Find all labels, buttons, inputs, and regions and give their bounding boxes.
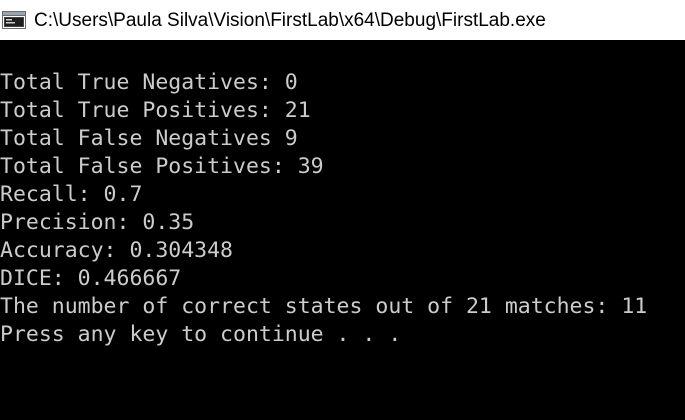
- console-line-true-negatives: Total True Negatives: 0: [0, 70, 298, 95]
- console-line-dice: DICE: 0.466667: [0, 266, 182, 291]
- window-title: C:\Users\Paula Silva\Vision\FirstLab\x64…: [34, 10, 546, 31]
- console-line-accuracy: Accuracy: 0.304348: [0, 238, 233, 263]
- console-output[interactable]: Total True Negatives: 0 Total True Posit…: [0, 69, 685, 420]
- console-line-false-negatives: Total False Negatives 9: [0, 126, 298, 151]
- console-line-false-positives: Total False Positives: 39: [0, 154, 324, 179]
- console-line-correct-states: The number of correct states out of 21 m…: [0, 294, 648, 319]
- console-line-press-any-key: Press any key to continue . . .: [0, 322, 402, 347]
- title-bar[interactable]: C:\Users\Paula Silva\Vision\FirstLab\x64…: [0, 0, 685, 40]
- console-line-recall: Recall: 0.7: [0, 182, 143, 207]
- console-window: C:\Users\Paula Silva\Vision\FirstLab\x64…: [0, 0, 685, 420]
- console-line-precision: Precision: 0.35: [0, 210, 195, 235]
- console-app-icon: [2, 11, 26, 29]
- console-line-true-positives: Total True Positives: 21: [0, 98, 311, 123]
